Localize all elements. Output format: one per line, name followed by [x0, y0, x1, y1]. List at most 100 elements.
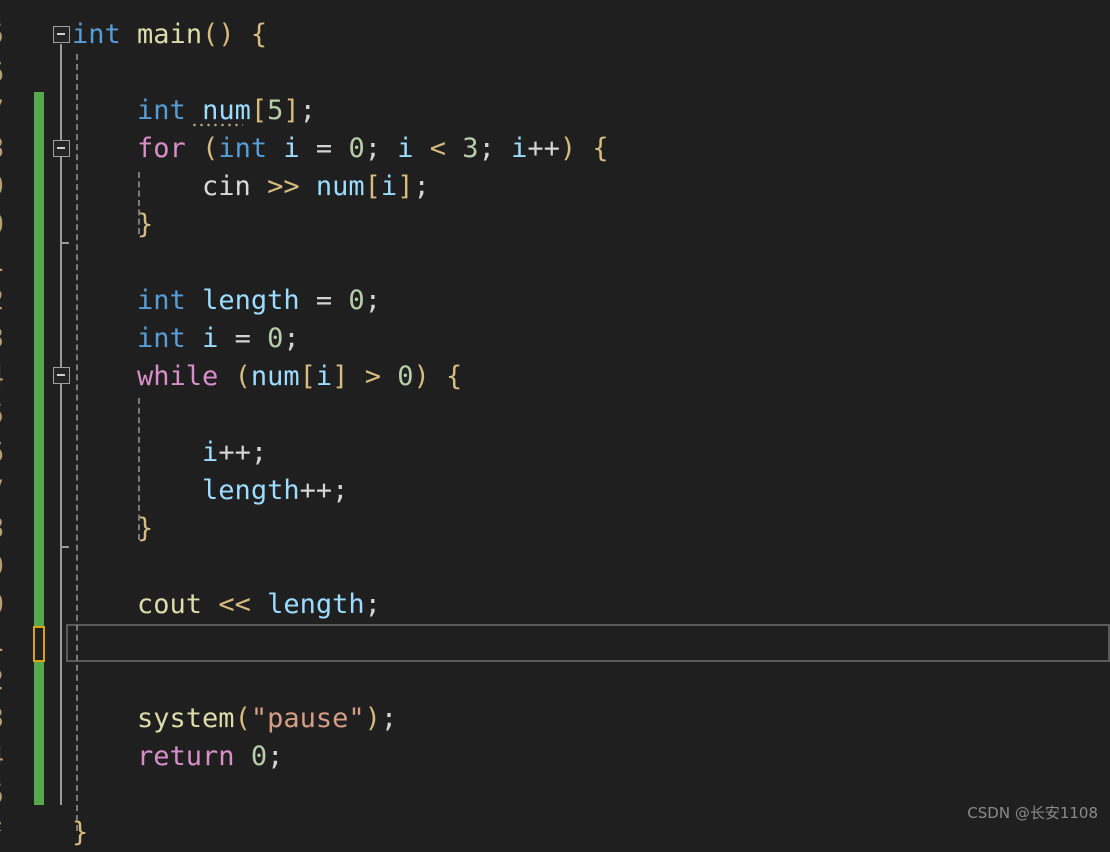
code-token: ]: [332, 361, 349, 392]
code-token: =: [234, 323, 251, 354]
code-line-26[interactable]: }: [72, 814, 88, 852]
code-line-24[interactable]: return 0;: [72, 738, 283, 776]
code-line-14[interactable]: while (num[i] > 0) {: [72, 358, 462, 396]
code-token: main: [137, 19, 203, 50]
code-token: i: [380, 171, 398, 202]
fold-region-line-while: [60, 385, 62, 805]
code-line-18[interactable]: }: [72, 510, 153, 548]
line-number-gutter: 5 6 7 8 9 10 11 12 13 14 15 16 17 18 19 …: [0, 0, 12, 831]
line-number: 11: [0, 244, 4, 282]
code-token: 3: [462, 133, 479, 164]
code-token: i: [202, 323, 219, 354]
line-number: 19: [0, 548, 4, 586]
fold-toggle-main-icon[interactable]: [53, 26, 70, 43]
code-token: ;: [364, 285, 381, 316]
code-line-8[interactable]: for (int i = 0; i < 3; i++) {: [72, 130, 609, 168]
code-text-surface[interactable]: int main() { int num[5]; for (int i = 0;…: [0, 0, 1110, 848]
fold-end-tick-while: [60, 546, 69, 548]
code-token: (: [234, 361, 251, 392]
code-token: int: [137, 95, 186, 126]
code-token: 5: [267, 95, 284, 126]
code-token: ;: [380, 703, 398, 734]
line-number: 13: [0, 320, 4, 358]
code-token: ++: [299, 475, 333, 506]
code-token: cin: [202, 171, 251, 202]
code-token: ;: [364, 133, 398, 164]
indent-guide-level-1: [76, 54, 78, 831]
code-token: {: [446, 361, 463, 392]
line-number: 22: [0, 662, 4, 700]
code-editor[interactable]: 5 6 7 8 9 10 11 12 13 14 15 16 17 18 19 …: [0, 0, 1110, 848]
fold-toggle-for-icon[interactable]: [53, 140, 70, 157]
code-token: }: [72, 817, 89, 848]
code-token: num: [315, 171, 365, 202]
code-token: 0: [250, 741, 268, 772]
code-token: ;: [364, 589, 381, 620]
code-token: =: [315, 285, 333, 316]
code-token: int: [137, 285, 186, 316]
code-token: ;: [478, 133, 512, 164]
fold-toggle-while-icon[interactable]: [53, 367, 70, 384]
line-number: 18: [0, 510, 4, 548]
code-token: ]: [397, 171, 414, 202]
code-token: i: [511, 133, 528, 164]
code-line-5[interactable]: int main() {: [72, 16, 267, 54]
code-token: for: [137, 133, 186, 164]
code-token: int: [72, 19, 121, 50]
fold-region-line-for: [60, 158, 62, 388]
code-token: return: [137, 741, 235, 772]
line-number: 15: [0, 396, 4, 434]
code-line-13[interactable]: int i = 0;: [72, 320, 300, 358]
code-token: ): [413, 361, 430, 392]
code-line-20[interactable]: cout << length;: [72, 586, 381, 624]
code-token: 0: [348, 285, 365, 316]
line-number: 21: [0, 624, 4, 662]
code-token: <<: [218, 589, 251, 620]
code-token: 0: [267, 323, 284, 354]
line-number: 10: [0, 206, 4, 244]
code-line-10[interactable]: }: [72, 206, 153, 244]
code-token: length: [202, 285, 300, 316]
code-token: int: [218, 133, 268, 164]
bookmark-marker[interactable]: [33, 626, 45, 662]
line-number: 7: [0, 92, 4, 130]
code-token: ++: [218, 437, 251, 468]
code-line-16[interactable]: i++;: [72, 434, 267, 472]
code-token: ;: [283, 323, 300, 354]
line-number: 8: [0, 130, 4, 168]
line-number: 12: [0, 282, 4, 320]
code-line-23[interactable]: system("pause");: [72, 700, 397, 738]
line-number: 23: [0, 700, 4, 738]
code-token: ): [364, 703, 381, 734]
folding-margin[interactable]: [50, 0, 72, 831]
code-line-17[interactable]: length++;: [72, 472, 348, 510]
code-line-9[interactable]: cin >> num[i];: [72, 168, 430, 206]
code-token: length: [202, 475, 300, 506]
code-token: ;: [332, 475, 349, 506]
code-token: [: [250, 95, 268, 126]
code-token: 0: [397, 361, 414, 392]
code-token: (): [202, 19, 235, 50]
code-token: (: [202, 133, 219, 164]
code-token: [: [299, 361, 316, 392]
code-line-12[interactable]: int length = 0;: [72, 282, 381, 320]
